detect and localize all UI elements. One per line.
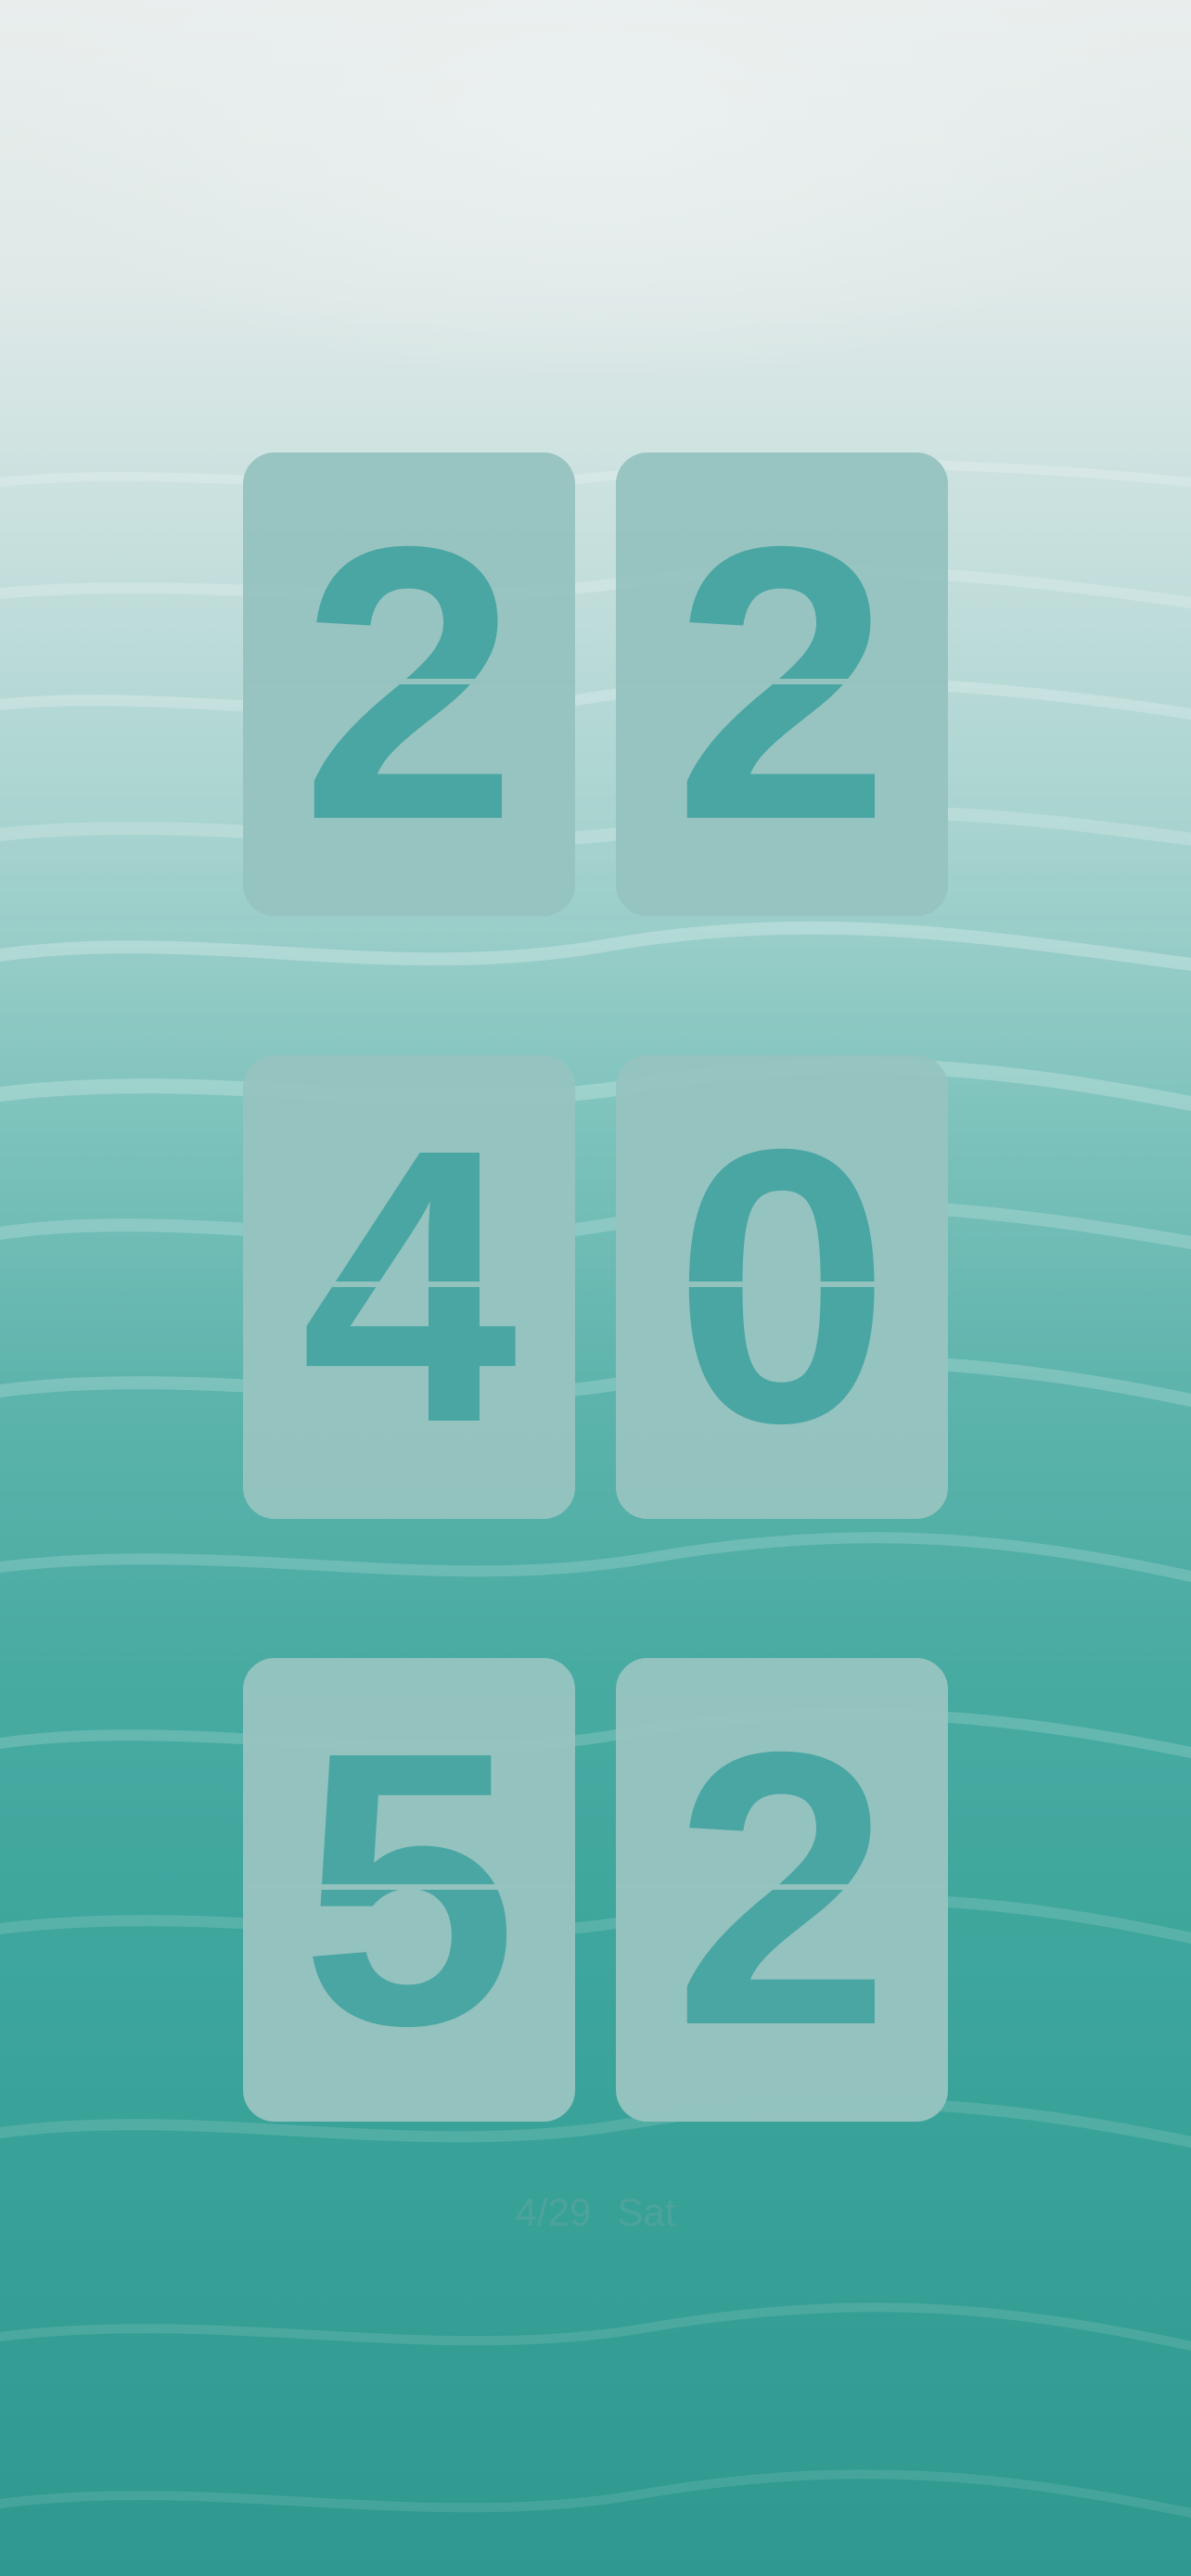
- second-tens-tile: 5: [243, 1658, 575, 2122]
- second-tens-digit: 5: [301, 1672, 518, 2107]
- flip-clock: 2 2 4 0 5 2: [243, 453, 948, 2122]
- date-weekday: Sat: [617, 2190, 676, 2234]
- tile-split-line: [616, 1282, 948, 1287]
- hour-ones-tile: 2: [616, 453, 948, 916]
- second-ones-digit: 2: [673, 1672, 890, 2107]
- date-day-month: 4/29: [515, 2190, 592, 2234]
- minute-ones-tile: 0: [616, 1055, 948, 1519]
- hour-ones-digit: 2: [673, 466, 890, 901]
- minute-tens-digit: 4: [301, 1069, 518, 1504]
- tile-split-line: [616, 1884, 948, 1890]
- tile-split-line: [243, 1282, 575, 1287]
- minute-tens-tile: 4: [243, 1055, 575, 1519]
- second-ones-tile: 2: [616, 1658, 948, 2122]
- hour-tens-tile: 2: [243, 453, 575, 916]
- tile-split-line: [616, 679, 948, 684]
- tile-split-line: [243, 1884, 575, 1890]
- minute-ones-digit: 0: [673, 1069, 890, 1504]
- date-label: 4/29 Sat: [0, 2190, 1191, 2235]
- tile-split-line: [243, 679, 575, 684]
- hour-tens-digit: 2: [301, 466, 518, 901]
